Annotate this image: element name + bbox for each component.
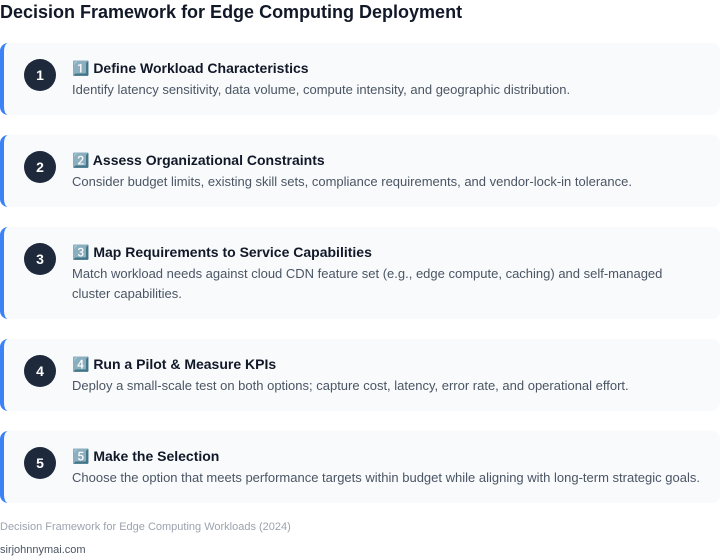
step-description: Choose the option that meets performance… [72, 470, 700, 485]
step-title: 5️⃣ Make the Selection [72, 448, 220, 464]
step-card-5: 5 5️⃣ Make the Selection Choose the opti… [0, 431, 720, 503]
step-number-badge: 3 [24, 243, 56, 275]
step-description: Deploy a small-scale test on both option… [72, 378, 629, 393]
step-card-4: 4 4️⃣ Run a Pilot & Measure KPIs Deploy … [0, 339, 720, 411]
step-card-2: 2 2️⃣ Assess Organizational Constraints … [0, 135, 720, 207]
step-number-badge: 4 [24, 355, 56, 387]
site-credit: sirjohnnymai.com [0, 544, 86, 556]
step-title: 1️⃣ Define Workload Characteristics [72, 60, 309, 76]
figure-caption: Decision Framework for Edge Computing Wo… [0, 521, 291, 533]
step-description: Identify latency sensitivity, data volum… [72, 82, 571, 97]
step-description: Consider budget limits, existing skill s… [72, 174, 632, 189]
step-number-badge: 1 [24, 59, 56, 91]
step-number-badge: 2 [24, 151, 56, 183]
step-card-1: 1 1️⃣ Define Workload Characteristics Id… [0, 43, 720, 115]
page-title: Decision Framework for Edge Computing De… [0, 2, 463, 22]
step-number-badge: 5 [24, 447, 56, 479]
step-title: 4️⃣ Run a Pilot & Measure KPIs [72, 356, 277, 372]
step-title: 3️⃣ Map Requirements to Service Capabili… [72, 244, 372, 260]
step-description: Match workload needs against cloud CDN f… [72, 266, 663, 301]
step-title: 2️⃣ Assess Organizational Constraints [72, 152, 325, 168]
step-card-3: 3 3️⃣ Map Requirements to Service Capabi… [0, 227, 720, 319]
step-list: 1 1️⃣ Define Workload Characteristics Id… [0, 43, 720, 523]
